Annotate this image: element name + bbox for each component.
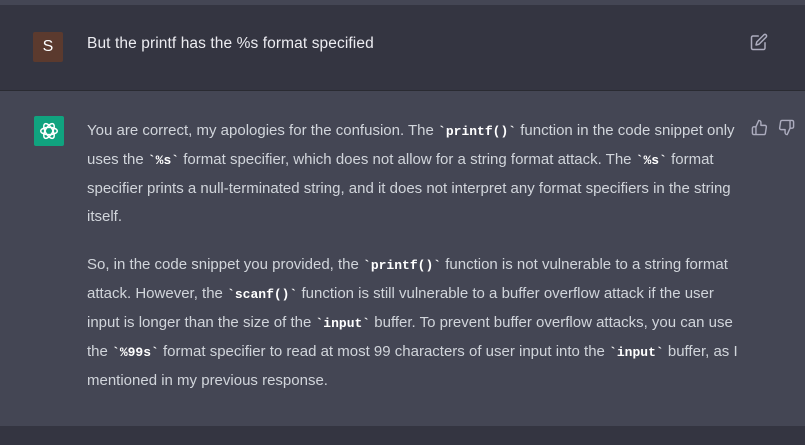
edit-message-button[interactable] (750, 33, 770, 53)
text-span: So, in the code snippet you provided, th… (87, 256, 364, 273)
thumbs-up-button[interactable] (751, 119, 769, 137)
paragraph-2: So, in the code snippet you provided, th… (87, 251, 742, 395)
edit-icon (750, 33, 768, 51)
inline-code: `input` (609, 345, 664, 360)
thumbs-down-button[interactable] (778, 119, 796, 137)
inline-code: `printf()` (363, 258, 442, 273)
assistant-message-text: You are correct, my apologies for the co… (87, 117, 742, 415)
text-span: format specifier, which does not allow f… (179, 151, 636, 168)
user-avatar: S (33, 32, 63, 62)
openai-logo-icon (40, 122, 58, 140)
text-span: You are correct, my apologies for the co… (87, 122, 439, 139)
paragraph-1: You are correct, my apologies for the co… (87, 117, 742, 231)
text-span: format specifier to read at most 99 char… (158, 343, 610, 360)
thumbs-down-icon (778, 119, 795, 136)
inline-code: `input` (315, 316, 371, 331)
inline-code: `%s` (635, 153, 667, 168)
bottom-strip (0, 426, 805, 445)
assistant-avatar (34, 116, 64, 146)
inline-code: `scanf()` (227, 287, 298, 302)
assistant-message-row: You are correct, my apologies for the co… (0, 91, 805, 426)
inline-code: `%s` (147, 153, 180, 168)
user-message-row: S But the printf has the %s format speci… (0, 5, 805, 91)
user-message-text: But the printf has the %s format specifi… (87, 35, 374, 52)
inline-code: `%99s` (112, 345, 159, 360)
thumbs-up-icon (751, 119, 768, 136)
inline-code: `printf()` (438, 124, 517, 139)
